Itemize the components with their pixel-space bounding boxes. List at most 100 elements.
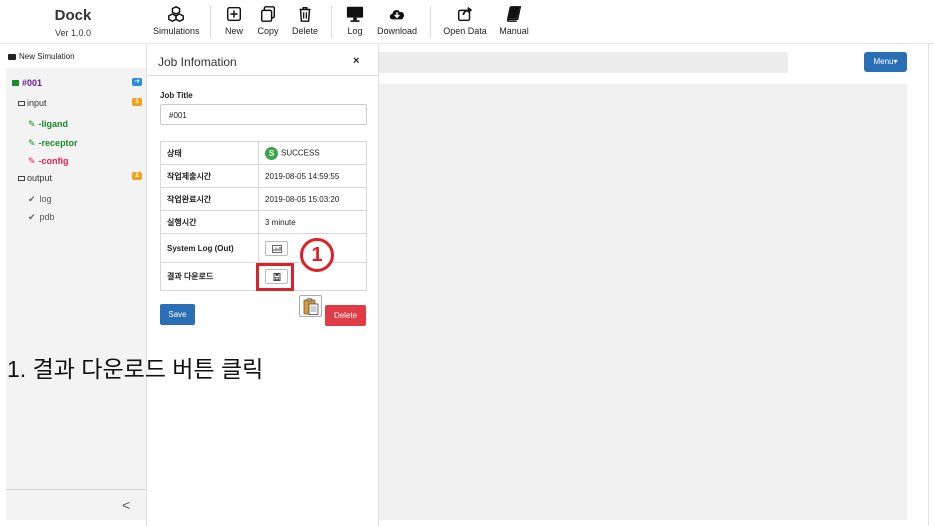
manual-button[interactable]: Manual (498, 5, 530, 39)
brand[interactable]: Dock Ver 1.0.0 (0, 0, 146, 44)
open-data-label: Open Data (443, 26, 487, 36)
share-icon (457, 7, 473, 22)
cloud-download-icon (389, 9, 405, 20)
download-highlight-box (256, 263, 294, 291)
tree-input-item[interactable]: ✎ -ligand (28, 119, 68, 130)
run-time-value: 3 minute (258, 210, 367, 234)
arrow-right-icon[interactable]: ➔ (132, 78, 142, 86)
status-cell: S SUCCESS (258, 141, 367, 165)
job-title-label: Job Title (160, 91, 193, 100)
toolbar-divider (210, 6, 211, 38)
log-button[interactable]: Log (343, 5, 367, 39)
app-name: Dock (54, 7, 92, 24)
download-label: Download (377, 26, 418, 36)
step-number-badge: 1 (300, 238, 334, 272)
download-button[interactable]: Download (377, 5, 417, 39)
table-row: 작업완료시간 2019-08-05 15:03:20 (160, 187, 367, 211)
log-label: Log (347, 26, 363, 36)
delete-toolbar-label: Delete (291, 26, 318, 36)
tree-output-item[interactable]: ✔ log (28, 194, 52, 205)
close-icon[interactable]: × (353, 55, 359, 67)
job-info-header: Job Infomation × (147, 44, 378, 76)
new-button[interactable]: New (222, 5, 246, 39)
app-version: Ver 1.0.0 (54, 28, 92, 38)
output-count-badge: 2 (132, 172, 142, 180)
folder-icon (8, 54, 16, 60)
copy-button[interactable]: Copy (256, 5, 280, 39)
result-download-label: 결과 다운로드 (160, 262, 259, 291)
app-window: Dock Ver 1.0.0 Simulations New Copy Dele… (0, 0, 934, 526)
sidebar: New Simulation #001 ➔ input 3 ✎ -ligand ✎… (6, 46, 146, 520)
open-data-button[interactable]: Open Data (443, 5, 487, 39)
tree-output[interactable]: output (18, 173, 52, 183)
sidebar-header: New Simulation (6, 46, 146, 68)
clipboard-button[interactable] (299, 295, 322, 317)
panel-title: Job Infomation (158, 55, 237, 69)
tree-output-item-label: pdb (39, 212, 55, 222)
input-count-badge: 3 (132, 98, 142, 106)
job-title-input[interactable]: #001 (160, 104, 367, 125)
tree-output-label: output (27, 173, 53, 183)
manual-label: Manual (499, 26, 529, 36)
done-time-value: 2019-08-05 15:03:20 (258, 187, 367, 211)
scrollbar-track (928, 44, 929, 526)
tree-output-item[interactable]: ✔ pdb (28, 212, 55, 223)
tree-input-item[interactable]: ✎ -config (28, 156, 69, 167)
tree-job-label: #001 (22, 78, 43, 88)
clipboard-icon (303, 298, 319, 315)
menu-button[interactable]: Menu▾ (864, 52, 907, 72)
edit-icon: ✎ (28, 119, 36, 129)
tree-input-item-label: -receptor (38, 138, 78, 148)
sidebar-divider (6, 489, 146, 490)
chart-icon (272, 244, 282, 253)
cubes-icon (168, 5, 184, 23)
copy-label: Copy (257, 26, 279, 36)
system-log-label: System Log (Out) (160, 233, 259, 263)
toolbar-divider (430, 6, 431, 38)
system-log-button[interactable] (265, 240, 288, 256)
simulations-label: Simulations (153, 26, 200, 36)
edit-icon: ✎ (28, 138, 36, 148)
tree-input-item-label: -config (38, 156, 69, 166)
new-simulation-link[interactable]: New Simulation (8, 52, 75, 61)
main-header-strip (378, 52, 788, 73)
run-time-label: 실행시간 (160, 210, 259, 234)
delete-button[interactable]: Delete (325, 305, 366, 326)
table-row: 실행시간 3 minute (160, 210, 367, 234)
tree-output-item-label: log (39, 194, 52, 204)
check-icon: ✔ (28, 194, 36, 204)
monitor-icon (346, 6, 364, 22)
tree-input-item[interactable]: ✎ -receptor (28, 138, 78, 149)
toolbar-divider (331, 6, 332, 38)
top-toolbar: Dock Ver 1.0.0 Simulations New Copy Dele… (0, 0, 934, 44)
submit-time-label: 작업제출시간 (160, 164, 259, 188)
tree-input-label: input (27, 98, 47, 108)
table-row: 작업제출시간 2019-08-05 14:59:55 (160, 164, 367, 188)
copy-icon (260, 6, 276, 22)
new-simulation-label: New Simulation (19, 52, 75, 61)
collapse-sidebar-button[interactable]: < (122, 497, 130, 513)
simulations-button[interactable]: Simulations (153, 5, 200, 39)
instruction-caption: 1. 결과 다운로드 버튼 클릭 (7, 356, 264, 382)
laptop-icon (18, 176, 25, 181)
check-icon: ✔ (28, 212, 36, 222)
success-icon: S (265, 146, 278, 160)
table-row: System Log (Out) (160, 233, 367, 263)
done-time-label: 작업완료시간 (160, 187, 259, 211)
new-label: New (224, 26, 243, 36)
delete-toolbar-button[interactable]: Delete (291, 5, 319, 39)
table-row: 상태 S SUCCESS (160, 141, 367, 165)
status-label: 상태 (160, 141, 259, 165)
book-icon (506, 6, 522, 22)
trash-icon (299, 6, 311, 22)
status-value: SUCCESS (281, 148, 320, 158)
job-flag-icon (12, 80, 19, 86)
plus-square-icon (226, 6, 242, 22)
tree-input[interactable]: input (18, 98, 47, 108)
tree-job[interactable]: #001 (12, 78, 42, 88)
save-button[interactable]: Save (160, 304, 195, 325)
laptop-icon (18, 101, 25, 106)
main-content-area (378, 84, 907, 520)
edit-icon: ✎ (28, 156, 36, 166)
tree-input-item-label: -ligand (38, 119, 69, 129)
